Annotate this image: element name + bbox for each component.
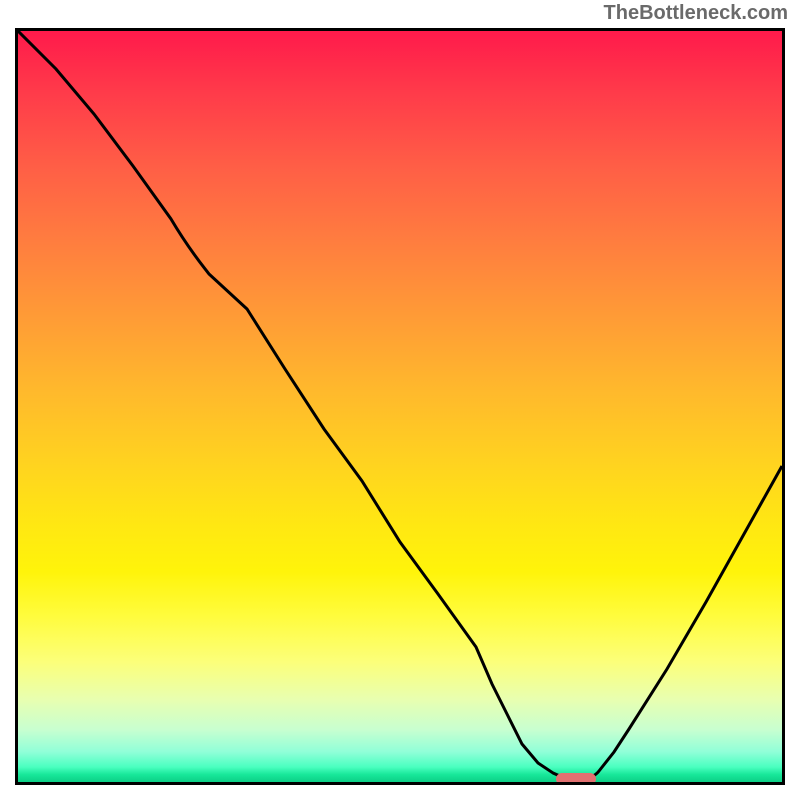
optimal-marker bbox=[556, 773, 596, 782]
chart-area bbox=[18, 31, 782, 782]
chart-svg bbox=[18, 31, 782, 782]
chart-frame bbox=[15, 28, 785, 785]
watermark-text: TheBottleneck.com bbox=[604, 2, 788, 25]
bottleneck-curve bbox=[18, 31, 782, 779]
